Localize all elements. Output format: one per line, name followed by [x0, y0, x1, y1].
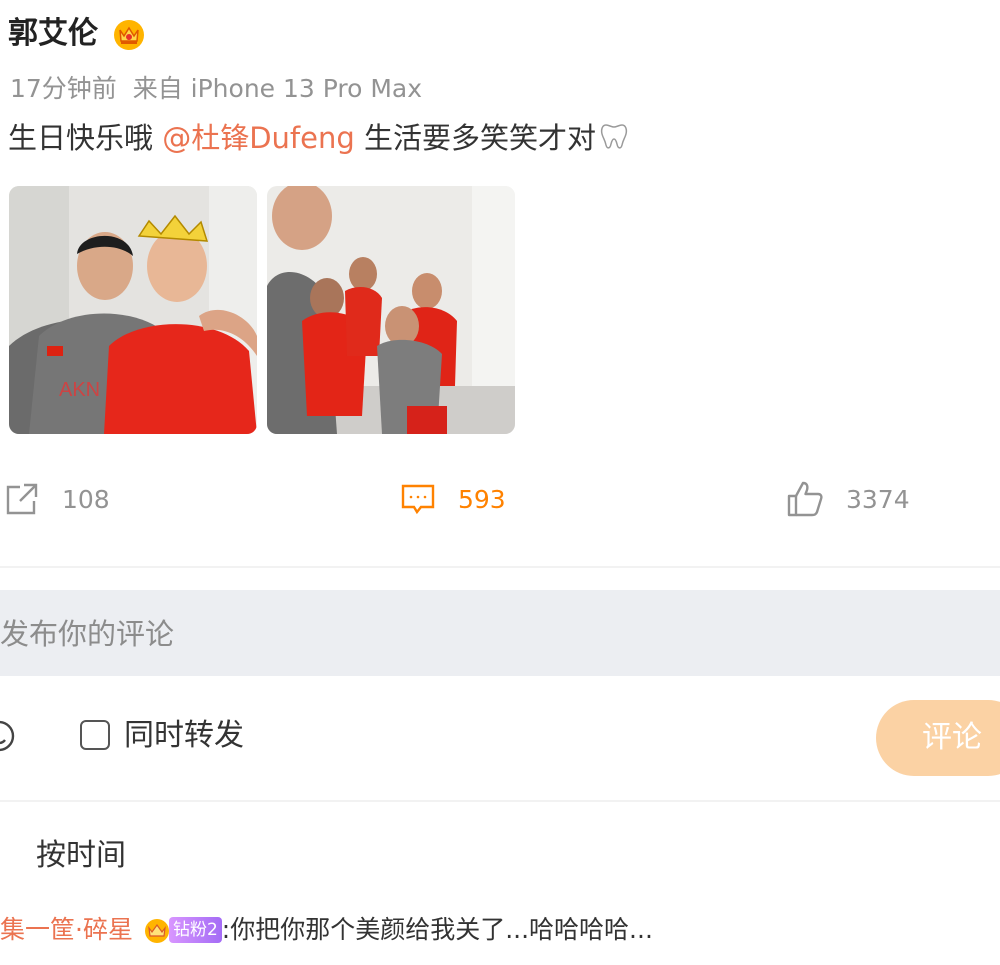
- like-count: 3374: [846, 484, 910, 514]
- crown-icon: [114, 20, 144, 50]
- repost-icon: [6, 483, 38, 515]
- comment-button[interactable]: 593: [400, 478, 506, 520]
- fan-level-badge: 钻粉2: [168, 917, 222, 943]
- author-name[interactable]: 郭艾伦: [8, 14, 98, 54]
- submit-comment-button[interactable]: 评论: [876, 700, 1000, 776]
- commenter-name[interactable]: 集一筐·碎星: [0, 910, 133, 950]
- like-icon: [787, 481, 823, 517]
- divider: [0, 800, 1000, 802]
- emoji-icon[interactable]: [0, 718, 16, 754]
- mention-link[interactable]: @杜锋Dufeng: [162, 121, 355, 155]
- comment-icon: [401, 484, 435, 515]
- sort-by-time-button[interactable]: 按时间: [36, 834, 126, 878]
- repost-button[interactable]: 108: [4, 478, 110, 520]
- post-photo-2[interactable]: [267, 186, 515, 434]
- repost-checkbox-label[interactable]: 同时转发: [124, 714, 244, 758]
- tooth-emoji-icon: [600, 124, 628, 149]
- diamond-fan-icon: [144, 919, 169, 943]
- comment-text: :你把你那个美颜给我关了...哈哈哈哈...: [221, 915, 653, 944]
- post-photo-1[interactable]: AKN: [9, 186, 257, 434]
- post-source: 来自 iPhone 13 Pro Max: [132, 74, 423, 103]
- like-button[interactable]: 3374: [786, 478, 910, 520]
- divider: [0, 566, 1000, 568]
- comment-input-placeholder[interactable]: 发布你的评论: [0, 612, 174, 656]
- post-time: 17分钟前: [10, 74, 117, 103]
- post-text-before: 生日快乐哦: [8, 121, 163, 155]
- comment-count: 593: [458, 484, 506, 514]
- comment-item: 集一筐·碎星 钻粉2 :你把你那个美颜给我关了...哈哈哈哈...: [0, 910, 653, 950]
- post-meta: 17分钟前 来自 iPhone 13 Pro Max: [10, 72, 422, 106]
- repost-checkbox[interactable]: [80, 720, 110, 750]
- post-text-after: 生活要多笑笑才对: [354, 121, 596, 155]
- repost-count: 108: [62, 484, 110, 514]
- post-text: 生日快乐哦 @杜锋Dufeng 生活要多笑笑才对: [8, 118, 630, 158]
- svg-text:AKN: AKN: [59, 379, 100, 401]
